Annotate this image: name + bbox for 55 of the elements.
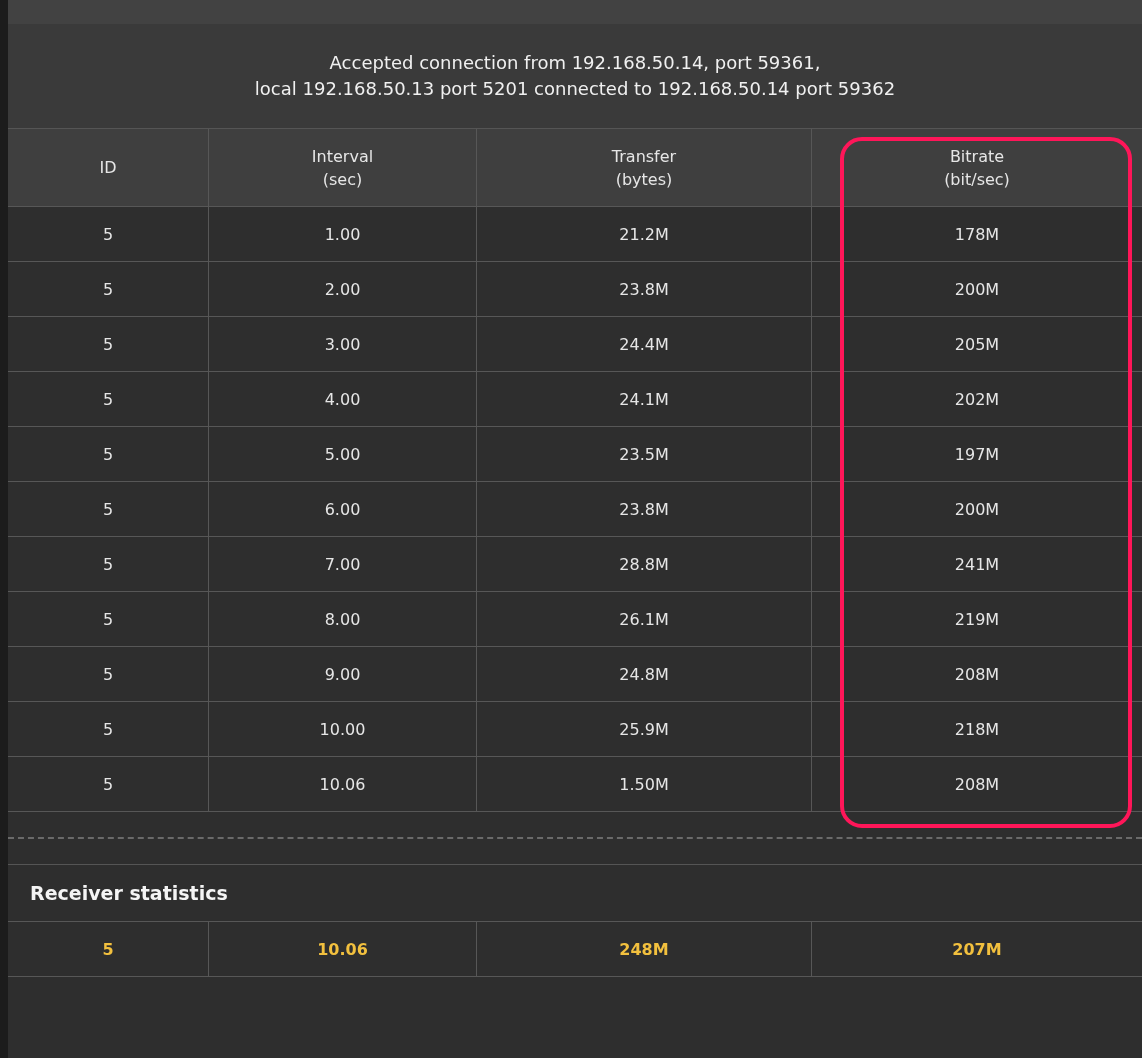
table-cell: 218M (811, 702, 1142, 757)
table-cell: 5 (8, 207, 208, 262)
table-cell: 10.00 (208, 702, 476, 757)
table-cell: 5 (8, 592, 208, 647)
table-cell: 208M (811, 647, 1142, 702)
table-cell: 8.00 (208, 592, 476, 647)
column-header: ID (8, 129, 208, 207)
table-cell: 200M (811, 262, 1142, 317)
column-header: Interval (sec) (208, 129, 476, 207)
table-cell: 4.00 (208, 372, 476, 427)
table-cell: 10.06 (208, 757, 476, 812)
table-cell: 1.00 (208, 207, 476, 262)
table-cell: 24.8M (476, 647, 811, 702)
table-cell: 9.00 (208, 647, 476, 702)
table-cell: 28.8M (476, 537, 811, 592)
table-cell: 219M (811, 592, 1142, 647)
table-cell: 197M (811, 427, 1142, 482)
connection-message: Accepted connection from 192.168.50.14, port 59361, (329, 51, 821, 75)
table-cell: 202M (811, 372, 1142, 427)
table-cell: 5 (8, 482, 208, 537)
table-cell: 23.8M (476, 482, 811, 537)
table-cell: 5.00 (208, 427, 476, 482)
table-cell: 5 (8, 317, 208, 372)
table-cell: 21.2M (476, 207, 811, 262)
table-cell: 5 (8, 537, 208, 592)
table-cell: 26.1M (476, 592, 811, 647)
table-cell: 23.5M (476, 427, 811, 482)
table-cell: 24.1M (476, 372, 811, 427)
column-header: Transfer (bytes) (476, 129, 811, 207)
table-cell: 241M (811, 537, 1142, 592)
table-cell: 23.8M (476, 262, 811, 317)
table-cell: 178M (811, 207, 1142, 262)
table-cell: 2.00 (208, 262, 476, 317)
table-cell: 205M (811, 317, 1142, 372)
summary-cell: 5 (8, 922, 208, 977)
table-cell: 5 (8, 372, 208, 427)
table-cell: 200M (811, 482, 1142, 537)
table-cell: 5 (8, 427, 208, 482)
table-cell: 1.50M (476, 757, 811, 812)
table-cell: 5 (8, 702, 208, 757)
table-cell: 5 (8, 757, 208, 812)
table-cell: 6.00 (208, 482, 476, 537)
connection-message: local 192.168.50.13 port 5201 connected to 192.168.50.14 port 59362 (254, 77, 896, 101)
summary-cell: 248M (476, 922, 811, 977)
section-title: Receiver statistics (8, 865, 1142, 922)
table-cell: 24.4M (476, 317, 811, 372)
summary-cell: 207M (811, 922, 1142, 977)
table-cell: 25.9M (476, 702, 811, 757)
column-header: Bitrate (bit/sec) (811, 129, 1142, 207)
table-cell: 7.00 (208, 537, 476, 592)
summary-cell: 10.06 (208, 922, 476, 977)
table-cell: 5 (8, 262, 208, 317)
table-cell: 3.00 (208, 317, 476, 372)
table-cell: 208M (811, 757, 1142, 812)
table-cell: 5 (8, 647, 208, 702)
